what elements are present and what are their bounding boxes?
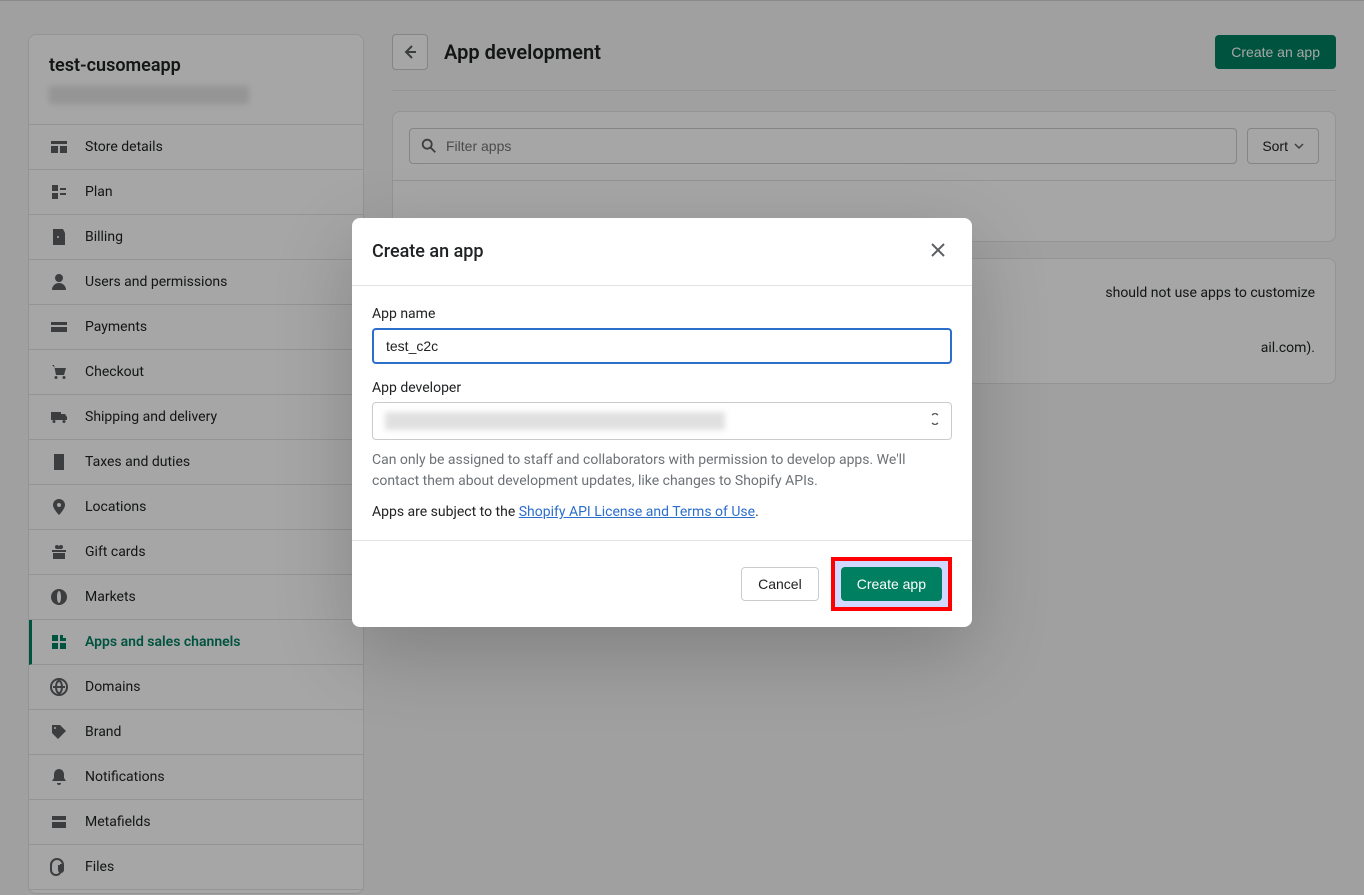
developer-value-blurred — [385, 412, 725, 430]
close-icon — [928, 240, 948, 260]
api-license-link[interactable]: Shopify API License and Terms of Use — [519, 504, 755, 520]
cancel-button[interactable]: Cancel — [741, 567, 819, 601]
modal-body: App name App developer Can only be assig… — [352, 286, 972, 540]
developer-help-text: Can only be assigned to staff and collab… — [372, 450, 952, 492]
app-developer-label: App developer — [372, 380, 952, 396]
modal-title: Create an app — [372, 241, 484, 262]
app-name-input[interactable] — [372, 328, 952, 364]
consent-suffix: . — [755, 504, 759, 520]
app-developer-select-wrap — [372, 402, 952, 440]
app-name-label: App name — [372, 306, 952, 322]
modal-header: Create an app — [352, 218, 972, 286]
app-developer-select[interactable] — [372, 402, 952, 440]
create-app-button[interactable]: Create app — [841, 567, 942, 601]
select-chevron-icon — [929, 413, 941, 429]
modal-close-button[interactable] — [924, 236, 952, 267]
consent-prefix: Apps are subject to the — [372, 504, 519, 520]
create-app-modal: Create an app App name App developer Can… — [352, 218, 972, 627]
consent-text: Apps are subject to the Shopify API Lice… — [372, 504, 952, 520]
modal-footer: Cancel Create app — [352, 540, 972, 627]
highlight-annotation: Create app — [831, 557, 952, 611]
